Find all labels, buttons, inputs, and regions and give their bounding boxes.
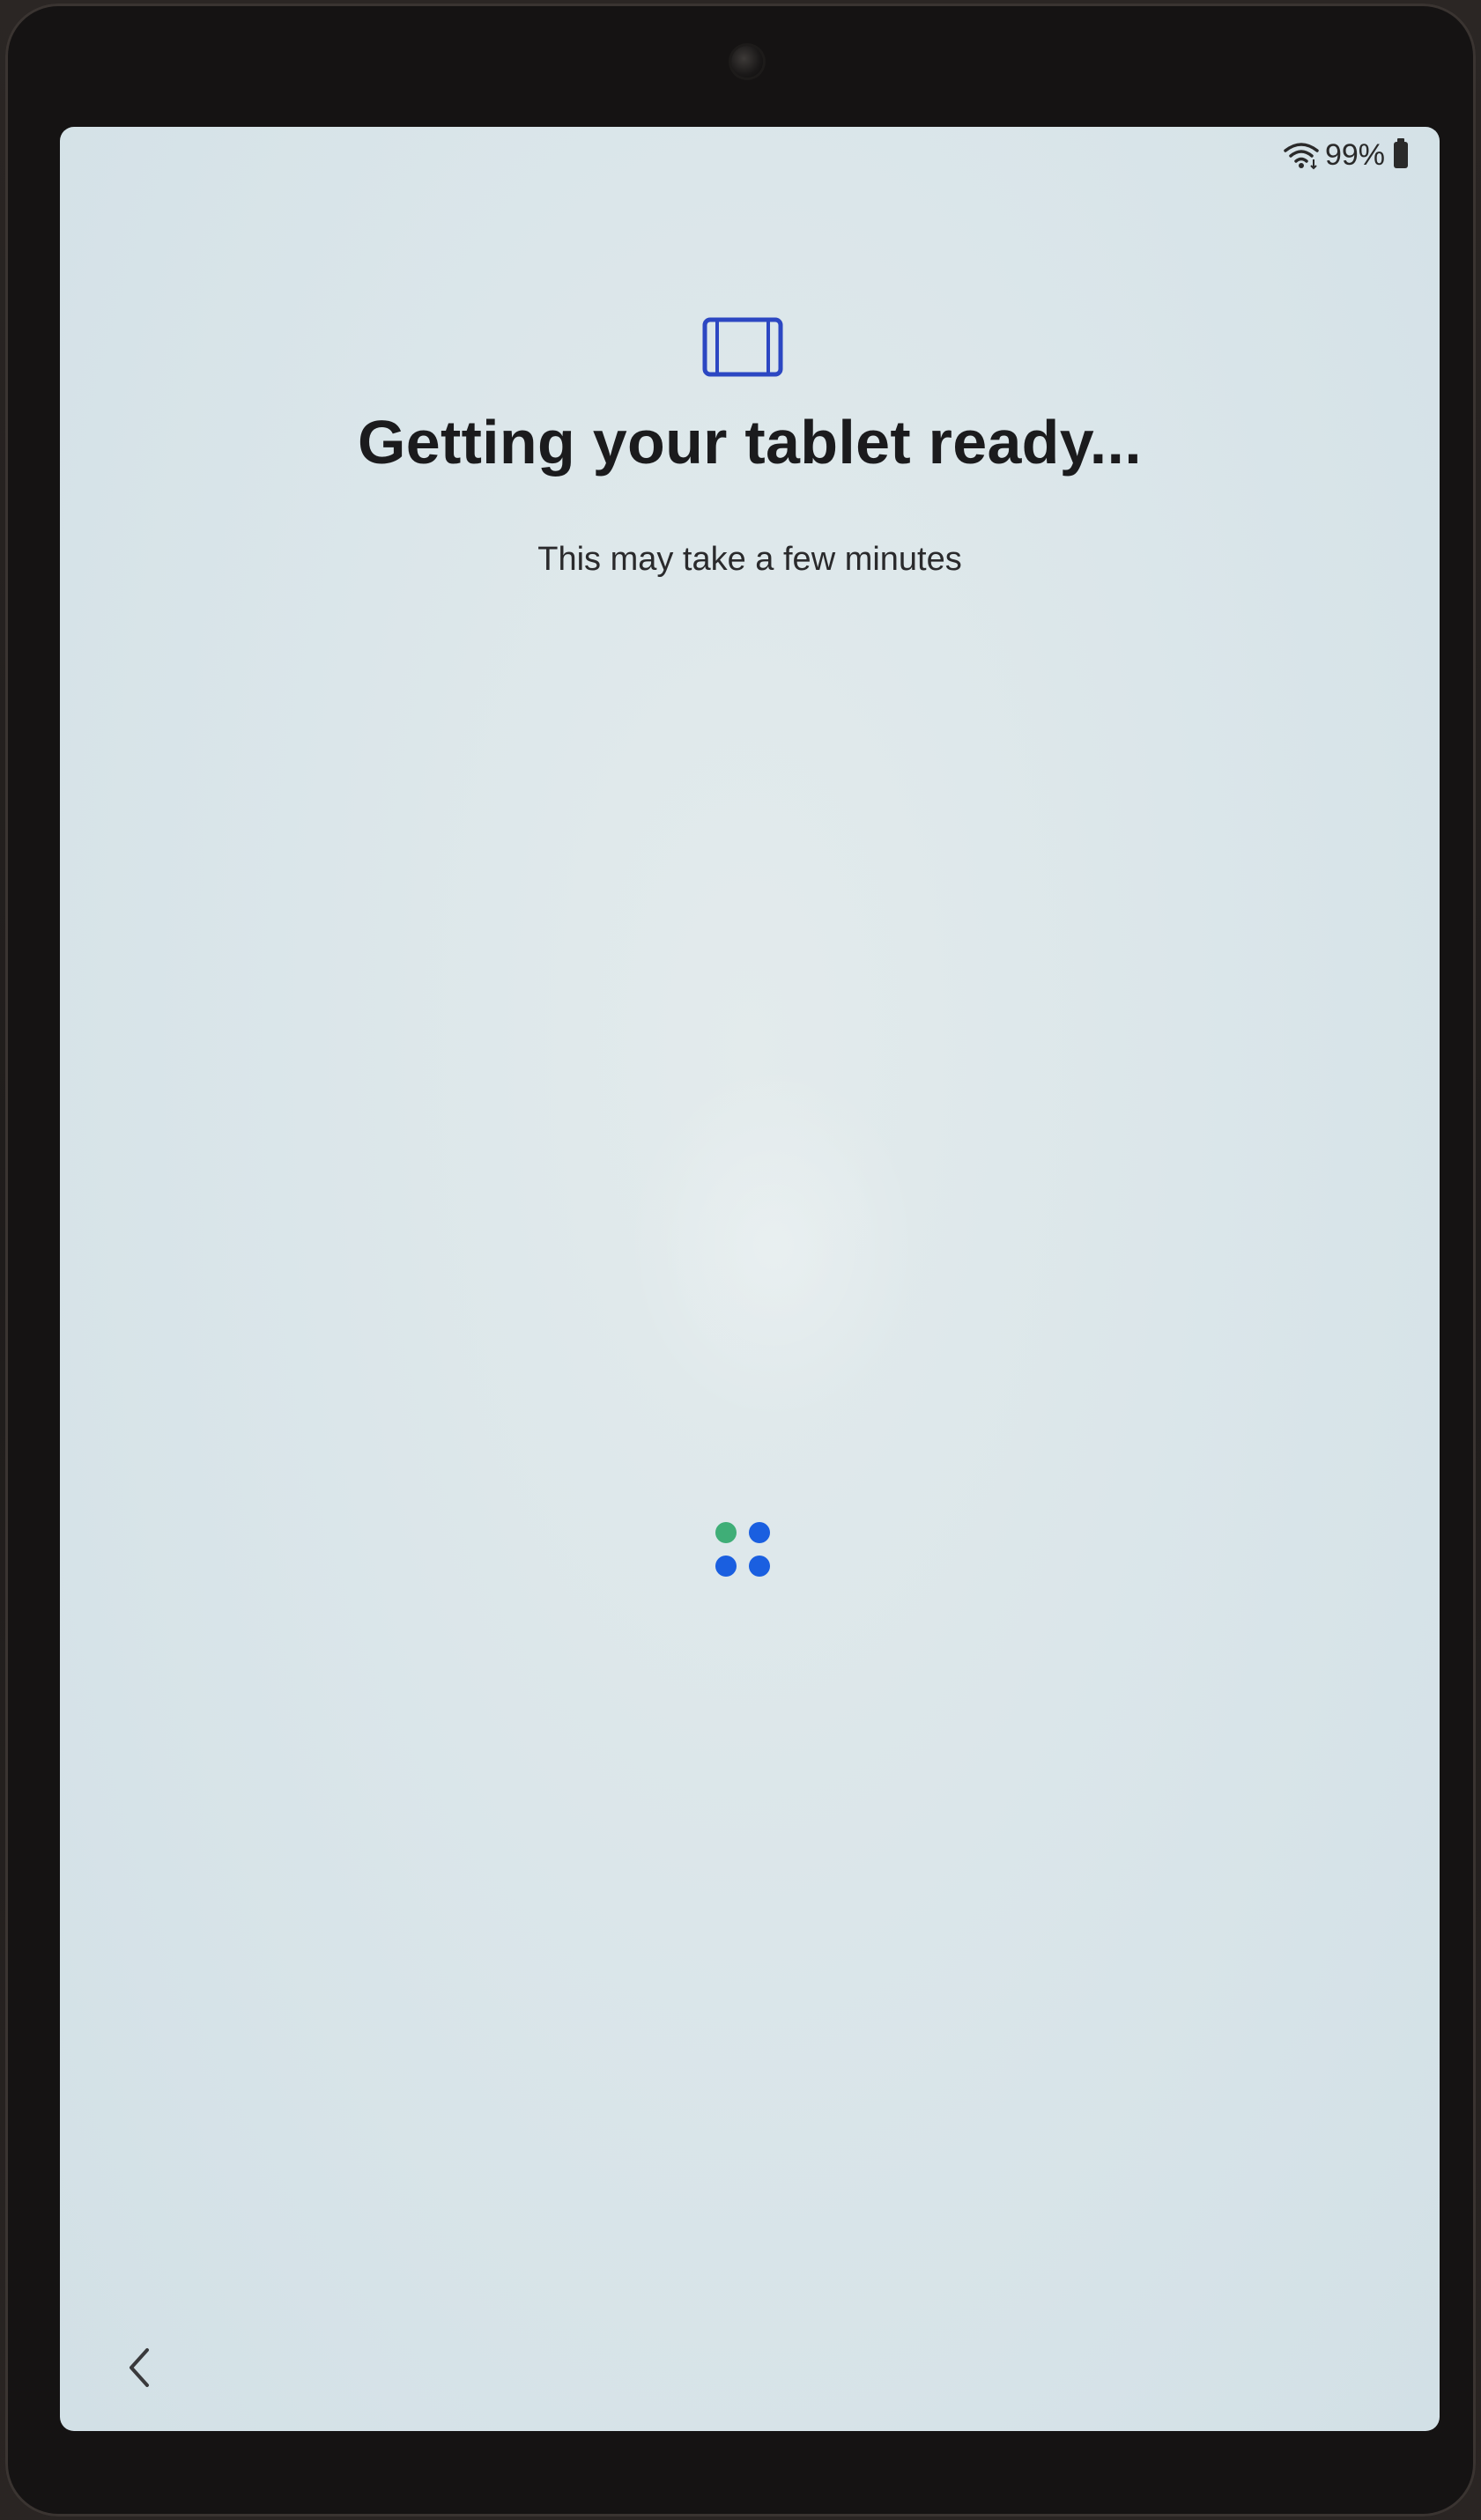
wifi-icon: [1283, 140, 1320, 170]
front-camera: [731, 46, 763, 78]
page-title: Getting your tablet ready...: [357, 408, 1143, 477]
loading-dot: [715, 1522, 737, 1543]
tablet-icon: [702, 317, 783, 377]
loading-dot: [715, 1556, 737, 1577]
battery-icon: [1394, 138, 1408, 168]
screen: 99% Getting your tablet ready... This ma…: [60, 127, 1440, 2431]
page-subtitle: This may take a few minutes: [537, 541, 962, 578]
loading-dot: [749, 1556, 770, 1577]
loading-dot: [749, 1522, 770, 1543]
loading-dots-icon: [715, 1522, 772, 1578]
chevron-left-icon: [130, 2348, 149, 2387]
tablet-device: 99% Getting your tablet ready... This ma…: [0, 0, 1481, 2520]
battery-percent: 99%: [1324, 137, 1385, 172]
back-button[interactable]: [113, 2341, 166, 2394]
status-bar: 99%: [1283, 134, 1408, 176]
screen-glare: [624, 1060, 923, 1430]
